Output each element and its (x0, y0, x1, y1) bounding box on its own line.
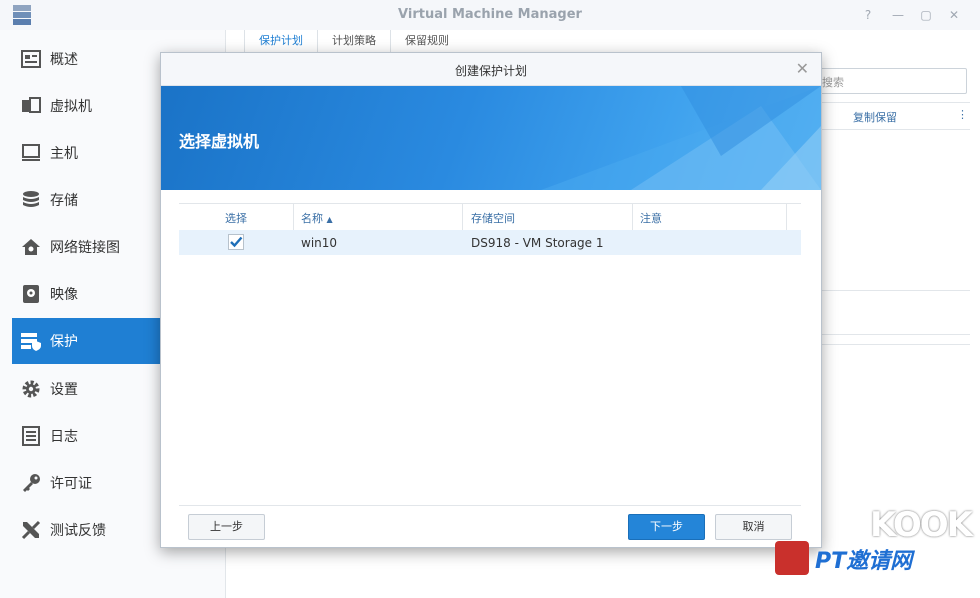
column-header-storage[interactable]: 存储空间 (471, 210, 515, 226)
search-placeholder: 搜索 (822, 76, 844, 89)
sidebar-item-label: 保护 (50, 334, 78, 350)
divider (805, 344, 970, 345)
protection-icon (19, 329, 43, 353)
dialog-title: 创建保护计划 (454, 64, 527, 78)
overview-icon (19, 47, 43, 71)
column-separator (632, 204, 633, 230)
vm-name: win10 (301, 236, 338, 250)
table-header: 选择 名称 ▲ 存储空间 注意 (179, 203, 801, 231)
tab-protection-plan[interactable]: 保护计划 (244, 30, 317, 52)
sidebar-item-label: 设置 (50, 382, 78, 398)
host-icon (19, 141, 43, 165)
checkbox-checked[interactable] (228, 234, 244, 250)
create-protection-plan-dialog: 创建保护计划 ✕ 选择虚拟机 选择 名称 ▲ 存储空间 注意 win10 DS9… (160, 52, 822, 548)
background-tabs: 保护计划 计划策略 保留规则 (244, 30, 463, 52)
watermark-text-kook: KOOK (870, 505, 973, 545)
sort-asc-icon: ▲ (326, 215, 333, 224)
footer-divider (179, 505, 801, 506)
column-separator (462, 204, 463, 230)
column-separator (786, 204, 787, 230)
background-table-header: 复制保留 ⋮ (805, 102, 970, 130)
table-row[interactable]: win10 DS918 - VM Storage 1 (179, 230, 801, 255)
title-bar: Virtual Machine Manager ? — ▢ ✕ (0, 0, 980, 30)
vm-icon (19, 94, 43, 118)
sidebar-item-label: 主机 (50, 146, 78, 162)
sidebar-item-label: 许可证 (50, 476, 92, 492)
sidebar-item-label: 存储 (50, 193, 78, 209)
help-icon[interactable]: ? (859, 6, 877, 24)
sidebar-item-label: 虚拟机 (50, 99, 92, 115)
sidebar-item-label: 映像 (50, 287, 78, 303)
watermark-text-pt: PT邀请网 (815, 549, 913, 574)
minimize-icon[interactable]: — (889, 6, 907, 24)
wrench-icon (19, 518, 43, 542)
search-input[interactable]: 搜索 (805, 68, 967, 94)
sidebar-item-label: 日志 (50, 429, 78, 445)
log-icon (19, 424, 43, 448)
banner-decoration (541, 86, 821, 190)
column-menu-icon[interactable]: ⋮ (957, 108, 968, 121)
column-header-note[interactable]: 注意 (640, 210, 662, 226)
storage-icon (19, 188, 43, 212)
column-header-copy-retention: 复制保留 (853, 111, 897, 124)
divider (805, 290, 970, 291)
gear-icon (19, 377, 43, 401)
divider (805, 334, 970, 335)
watermark-logo (775, 541, 809, 575)
sidebar-item-label: 网络链接图 (50, 240, 120, 256)
prev-button[interactable]: 上一步 (188, 514, 265, 540)
tab-retention-rules[interactable]: 保留规则 (390, 30, 463, 52)
window-title: Virtual Machine Manager (398, 7, 582, 22)
maximize-icon[interactable]: ▢ (917, 6, 935, 24)
vm-storage: DS918 - VM Storage 1 (471, 236, 604, 250)
next-button[interactable]: 下一步 (628, 514, 705, 540)
watermark: KOOK PT邀请网 (775, 505, 975, 595)
key-icon (19, 471, 43, 495)
step-title: 选择虚拟机 (179, 132, 260, 151)
image-icon (19, 282, 43, 306)
sidebar-item-label: 概述 (50, 52, 78, 68)
column-header-name[interactable]: 名称 ▲ (301, 210, 333, 226)
column-separator (293, 204, 294, 230)
dialog-banner: 选择虚拟机 (161, 86, 821, 190)
column-header-select[interactable]: 选择 (225, 210, 247, 226)
close-icon[interactable]: ✕ (945, 6, 963, 24)
close-icon[interactable]: ✕ (796, 59, 809, 78)
dialog-header: 创建保护计划 ✕ (161, 53, 821, 86)
tab-plan-policy[interactable]: 计划策略 (317, 30, 390, 52)
network-icon (19, 235, 43, 259)
sidebar-item-label: 测试反馈 (50, 523, 106, 539)
